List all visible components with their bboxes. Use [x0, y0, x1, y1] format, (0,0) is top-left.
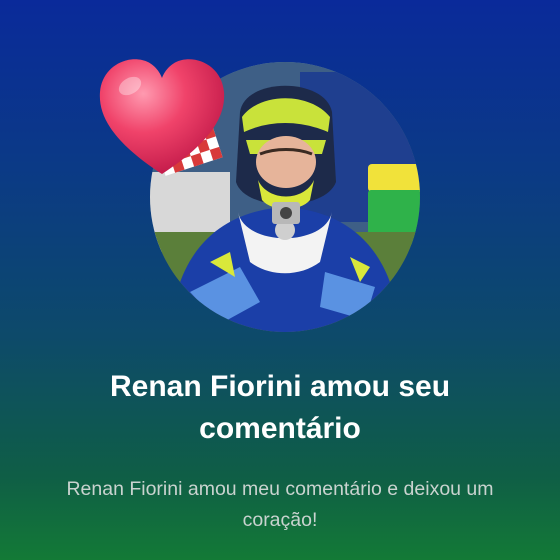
notification-title: Renan Fiorini amou seu comentário — [109, 370, 451, 445]
notification-message: Renan Fiorini amou meu comentário e deix… — [66, 478, 494, 531]
heart-balloon-icon — [96, 56, 228, 184]
love-reaction-notification-card: Renan Fiorini amou seu comentário Renan … — [0, 0, 560, 560]
